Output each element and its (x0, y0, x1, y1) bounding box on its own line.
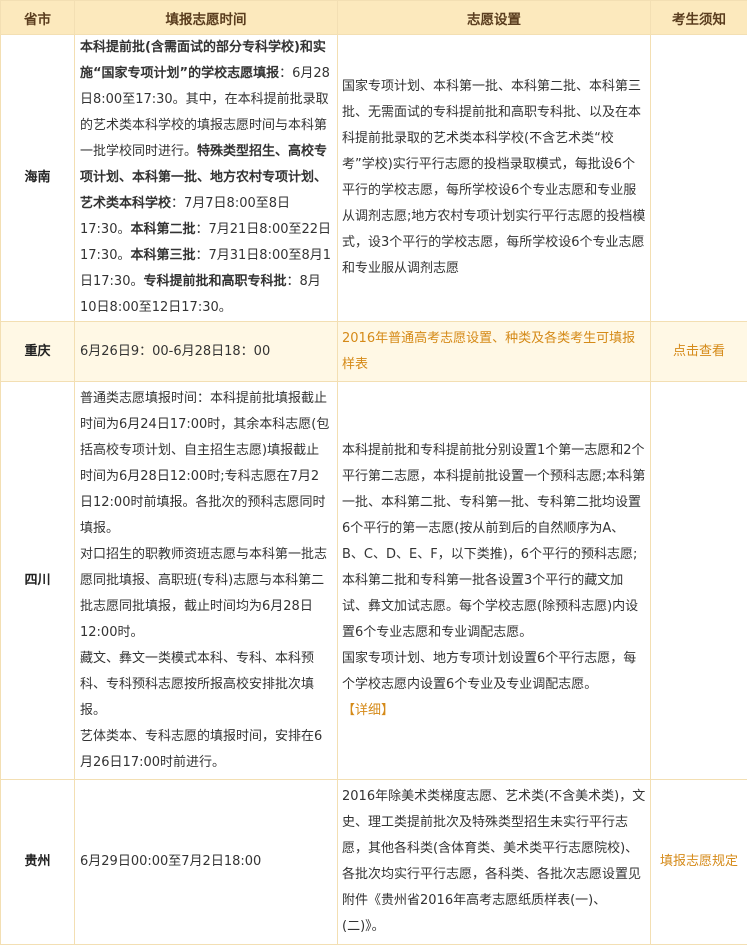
settings-cell: 2016年普通高考志愿设置、种类及各类考生可填报样表 (338, 322, 651, 382)
settings-cell: 2016年除美术类梯度志愿、艺术类(不含美术类)，文史、理工类提前批次及特殊类型… (338, 780, 651, 945)
table-row-sichuan: 四川 普通类志愿填报时间：本科提前批填报截止时间为6月24日17:00时，其余本… (1, 382, 747, 780)
details-link[interactable]: 【详细】 (342, 698, 646, 724)
header-time: 填报志愿时间 (75, 1, 338, 35)
settings-cell: 本科提前批和专科提前批分别设置1个第一志愿和2个平行第二志愿，本科提前批设置一个… (338, 382, 651, 780)
province-cell: 四川 (1, 382, 75, 780)
province-cell: 重庆 (1, 322, 75, 382)
batch-name: 专科提前批和高职专科批 (143, 274, 286, 289)
province-cell: 海南 (1, 35, 75, 322)
notice-cell (651, 382, 747, 780)
table-row-hainan: 海南 本科提前批(含需面试的部分专科学校)和实施“国家专项计划”的学校志愿填报：… (1, 35, 747, 322)
table-row-chongqing: 重庆 6月26日9：00-6月28日18：00 2016年普通高考志愿设置、种类… (1, 322, 747, 382)
batch-name: 本科第三批 (130, 248, 195, 263)
time-paragraph: 对口招生的职教师资班志愿与本科第一批志愿同批填报、高职班(专科)志愿与本科第二批… (80, 542, 332, 646)
time-paragraph: 艺体类本、专科志愿的填报时间，安排在6月26日17:00时前进行。 (80, 724, 332, 776)
time-paragraph: 普通类志愿填报时间：本科提前批填报截止时间为6月24日17:00时，其余本科志愿… (80, 386, 332, 542)
admission-table: 省市 填报志愿时间 志愿设置 考生须知 海南 本科提前批(含需面试的部分专科学校… (0, 0, 747, 945)
province-cell: 贵州 (1, 780, 75, 945)
batch-name: 本科第二批 (130, 222, 195, 237)
table-row-guizhou: 贵州 6月29日00:00至7月2日18:00 2016年除美术类梯度志愿、艺术… (1, 780, 747, 945)
settings-paragraph: 本科提前批和专科提前批分别设置1个第一志愿和2个平行第二志愿，本科提前批设置一个… (342, 438, 646, 646)
header-settings: 志愿设置 (338, 1, 651, 35)
notice-cell (651, 35, 747, 322)
settings-paragraph: 国家专项计划、地方专项计划设置6个平行志愿，每个学校志愿内设置6个专业及专业调配… (342, 646, 646, 698)
header-province: 省市 (1, 1, 75, 35)
header-notice: 考生须知 (651, 1, 747, 35)
time-cell: 普通类志愿填报时间：本科提前批填报截止时间为6月24日17:00时，其余本科志愿… (75, 382, 338, 780)
settings-cell: 国家专项计划、本科第一批、本科第二批、本科第三批、无需面试的专科提前批和高职专科… (338, 35, 651, 322)
time-paragraph: 藏文、彝文一类模式本科、专科、本科预科、专科预科志愿按所报高校安排批次填报。 (80, 646, 332, 724)
view-link[interactable]: 点击查看 (651, 322, 747, 382)
time-cell: 6月29日00:00至7月2日18:00 (75, 780, 338, 945)
rules-link[interactable]: 填报志愿规定 (651, 780, 747, 945)
time-cell: 本科提前批(含需面试的部分专科学校)和实施“国家专项计划”的学校志愿填报：6月2… (75, 35, 338, 322)
sample-form-link[interactable]: 2016年普通高考志愿设置、种类及各类考生可填报样表 (342, 331, 635, 372)
time-cell: 6月26日9：00-6月28日18：00 (75, 322, 338, 382)
table-header-row: 省市 填报志愿时间 志愿设置 考生须知 (1, 1, 747, 35)
